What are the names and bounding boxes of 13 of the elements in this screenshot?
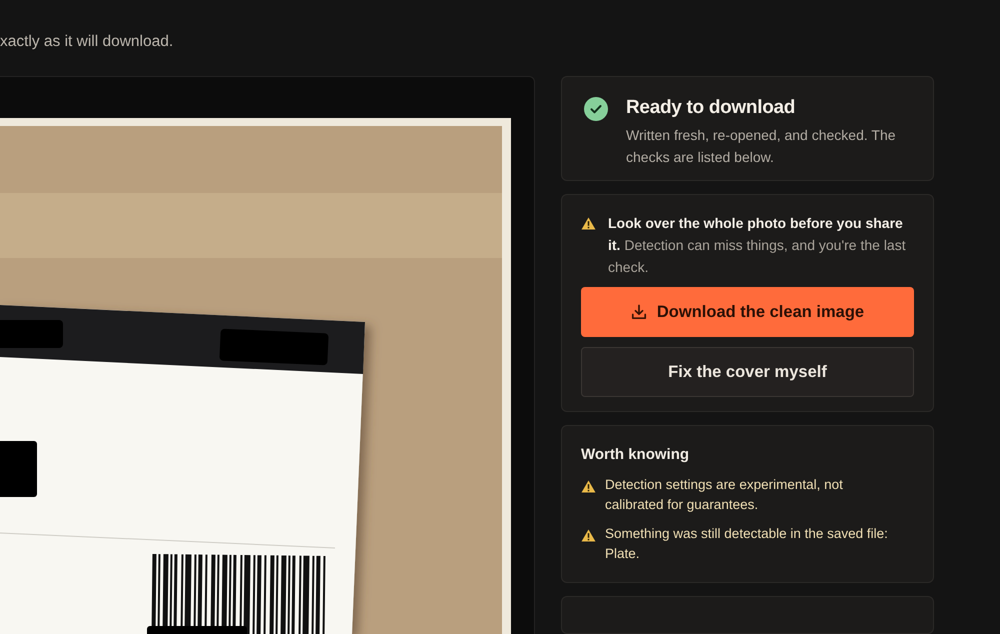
notes-title: Worth knowing: [581, 444, 690, 465]
warning-icon: [581, 217, 596, 230]
warning-text: Look over the whole photo before you share it. Detection can miss things, and you're the last check.: [608, 214, 907, 278]
status-title: Ready to download: [626, 96, 796, 120]
note-text: Detection settings are experimental, not calibrated for guarantees.: [605, 476, 844, 514]
warning-icon: [581, 528, 596, 542]
fix-cover-button[interactable]: Fix the cover myself: [581, 347, 914, 398]
download-button[interactable]: Download the clean image: [581, 287, 914, 338]
note-text: Something was still detectable in the saved file: Plate.: [605, 524, 889, 563]
intro-text: xactly as it will download.: [0, 32, 174, 52]
status-detail: Written fresh, re-opened, and checked. The checks are listed below.: [626, 126, 897, 167]
warning-icon: [581, 480, 596, 493]
download-icon: [630, 304, 647, 320]
